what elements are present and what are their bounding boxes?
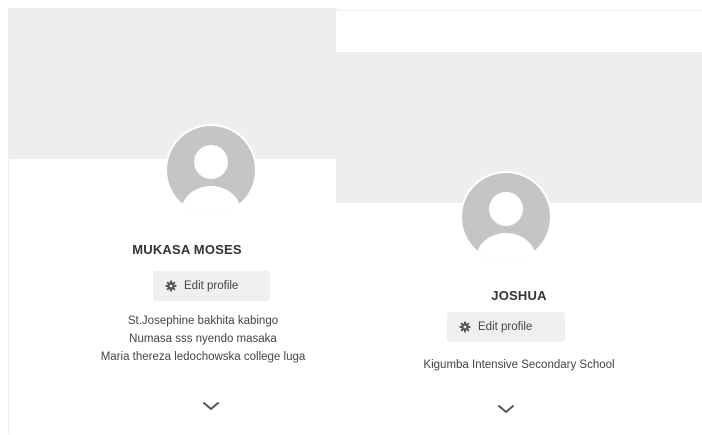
avatar-placeholder-icon [181,145,241,214]
cover-image [9,8,337,159]
chevron-down-icon[interactable] [202,400,220,412]
gear-icon [165,280,177,292]
profile-card: MUKASA MOSES Edit profile St.Josephine b… [8,8,337,434]
edit-profile-button[interactable]: Edit profile [447,312,565,342]
edit-profile-label: Edit profile [184,280,239,292]
school-item: Kigumba Intensive Secondary School [423,359,615,371]
avatar[interactable] [165,124,257,216]
profile-name: MUKASA MOSES [132,242,242,257]
profile-name: JOSHUA [491,288,547,303]
school-item: St.Josephine bakhita kabingo [127,315,279,327]
profile-card: JOSHUA Edit profile Kigumba Intensive Se… [336,10,702,435]
school-item: Numasa sss nyendo masaka [129,333,277,345]
edit-profile-label: Edit profile [478,321,533,333]
school-item: Maria thereza ledochowska college luga [100,351,306,363]
avatar-placeholder-icon [476,192,536,261]
edit-profile-button[interactable]: Edit profile [153,271,270,301]
gear-icon [459,321,471,333]
chevron-down-icon[interactable] [497,403,515,415]
school-list: St.Josephine bakhita kabingo Numasa sss … [69,312,337,366]
avatar[interactable] [460,171,552,263]
school-list: Kigumba Intensive Secondary School [336,356,702,374]
